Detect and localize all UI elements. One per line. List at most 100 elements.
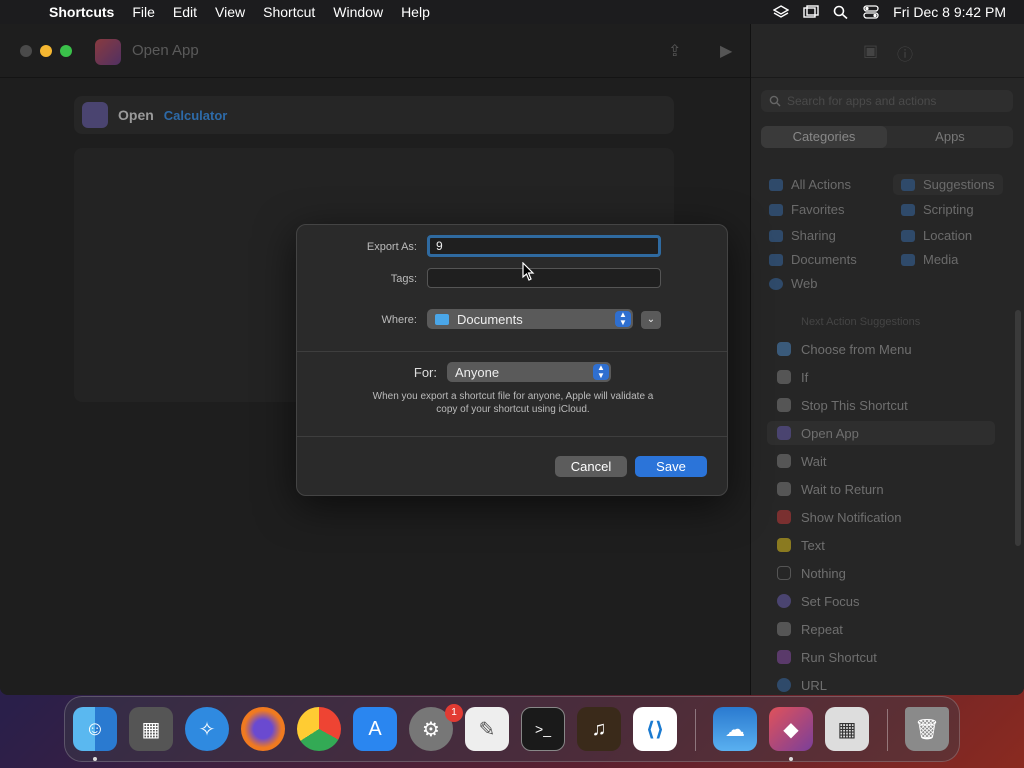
category-media[interactable]: Media [901, 252, 958, 267]
menu-help[interactable]: Help [392, 4, 439, 20]
search-placeholder: Search for apps and actions [787, 94, 937, 108]
category-web[interactable]: Web [769, 276, 818, 291]
notification-badge: 1 [445, 704, 463, 722]
empty-square-icon [777, 566, 791, 580]
save-button[interactable]: Save [635, 456, 707, 477]
vscode-icon[interactable]: ⟨⟩ [633, 707, 677, 751]
library-icon[interactable]: ▣ [863, 41, 878, 61]
category-location[interactable]: Location [901, 228, 972, 243]
category-scripting[interactable]: Scripting [901, 202, 974, 217]
repeat-icon [777, 622, 791, 636]
play-icon[interactable]: ▶ [720, 41, 732, 61]
windows-icon[interactable] [803, 5, 819, 19]
category-suggestions[interactable]: Suggestions [893, 174, 1003, 195]
menu-app-name[interactable]: Shortcuts [40, 4, 123, 20]
tab-apps[interactable]: Apps [887, 126, 1013, 148]
launchpad-icon[interactable]: ▦ [129, 707, 173, 751]
layers-icon[interactable] [773, 5, 790, 19]
for-popup[interactable]: Anyone ▲ ▼ [447, 362, 611, 382]
menu-file[interactable]: File [123, 4, 164, 20]
garageband-icon[interactable]: ♫ [577, 707, 621, 751]
tab-categories[interactable]: Categories [761, 126, 887, 148]
for-label: For: [413, 365, 437, 380]
list-icon [769, 178, 783, 191]
category-all-actions[interactable]: All Actions [769, 177, 851, 192]
cancel-button[interactable]: Cancel [555, 456, 627, 477]
finder-icon[interactable]: ☺ [73, 707, 117, 751]
suggestion-set-focus[interactable]: Set Focus [767, 589, 995, 613]
export-as-field[interactable] [427, 235, 661, 257]
stop-icon [777, 398, 791, 412]
safari-icon[interactable]: ✧ [185, 707, 229, 751]
close-button[interactable] [20, 45, 32, 57]
tags-label: Tags: [390, 273, 417, 285]
text-cursor-icon [522, 262, 535, 281]
info-icon[interactable]: ⓘ [897, 41, 913, 65]
document-icon [769, 253, 783, 266]
textedit-icon[interactable]: ✎ [465, 707, 509, 751]
sidebar-toolbar: ▣ ⓘ [751, 24, 1024, 78]
category-favorites[interactable]: Favorites [769, 202, 844, 217]
suggestion-open-app[interactable]: Open App [767, 421, 995, 445]
globe-icon [769, 277, 783, 290]
dock-separator [887, 709, 888, 751]
suggestion-choose-from-menu[interactable]: Choose from Menu [767, 337, 995, 361]
category-documents[interactable]: Documents [769, 252, 857, 267]
action-verb: Open [118, 107, 154, 123]
menu-edit[interactable]: Edit [164, 4, 206, 20]
shortcuts-app-icon[interactable]: ◆ [769, 707, 813, 751]
terminal-icon[interactable]: >_ [521, 707, 565, 751]
suggestion-nothing[interactable]: Nothing [767, 561, 995, 585]
search-field[interactable]: Search for apps and actions [761, 90, 1013, 112]
weather-icon[interactable]: ☁ [713, 707, 757, 751]
chevron-up-down-icon: ▲ ▼ [615, 311, 631, 327]
suggestion-repeat[interactable]: Repeat [767, 617, 995, 641]
suggestion-url[interactable]: URL [767, 673, 995, 695]
expand-disclosure-button[interactable]: ⌄ [641, 311, 661, 329]
link-icon [777, 678, 791, 692]
suggestion-text[interactable]: Text [767, 533, 995, 557]
text-icon [777, 538, 791, 552]
share-icon[interactable]: ⇪ [668, 41, 681, 61]
category-sharing[interactable]: Sharing [769, 228, 836, 243]
action-app-parameter[interactable]: Calculator [164, 108, 228, 123]
suggestion-wait[interactable]: Wait [767, 449, 995, 473]
window-title[interactable]: Open App [132, 42, 199, 59]
music-note-icon [901, 253, 915, 266]
location-icon [901, 229, 915, 242]
search-icon[interactable] [833, 5, 849, 19]
calculator-icon[interactable]: ▦ [825, 707, 869, 751]
firefox-icon[interactable] [241, 707, 285, 751]
zoom-button[interactable] [60, 45, 72, 57]
suggestion-wait-to-return[interactable]: Wait to Return [767, 477, 995, 501]
app-store-icon[interactable]: A [353, 707, 397, 751]
export-as-label: Export As: [366, 241, 417, 253]
open-app-icon [777, 426, 791, 440]
tags-field[interactable] [427, 268, 661, 288]
suggestion-show-notification[interactable]: Show Notification [767, 505, 995, 529]
where-label: Where: [381, 314, 417, 326]
menu-shortcut[interactable]: Shortcut [254, 4, 324, 20]
menu-view[interactable]: View [206, 4, 254, 20]
action-library-sidebar: ▣ ⓘ Search for apps and actions Categori… [750, 24, 1024, 695]
trash-icon[interactable]: 🗑 [905, 707, 949, 751]
control-center-icon[interactable] [863, 5, 879, 19]
open-app-action[interactable]: Open Calculator [74, 96, 674, 134]
where-popup[interactable]: Documents ▲ ▼ [427, 309, 633, 329]
return-icon [777, 482, 791, 496]
menu-window[interactable]: Window [324, 4, 392, 20]
suggestion-if[interactable]: If [767, 365, 995, 389]
sidebar-scrollbar[interactable] [1015, 310, 1021, 546]
running-indicator [93, 757, 97, 761]
menu-bar: Shortcuts File Edit View Shortcut Window… [0, 0, 1024, 24]
library-segmented-control: Categories Apps [761, 126, 1013, 148]
menu-clock[interactable]: Fri Dec 8 9:42 PM [893, 4, 1006, 20]
suggestion-run-shortcut[interactable]: Run Shortcut [767, 645, 995, 669]
chrome-icon[interactable] [297, 707, 341, 751]
for-value: Anyone [455, 364, 500, 380]
heart-icon [769, 203, 783, 216]
minimize-button[interactable] [40, 45, 52, 57]
where-value: Documents [457, 311, 523, 327]
suggestion-stop-this-shortcut[interactable]: Stop This Shortcut [767, 393, 995, 417]
scripting-icon [901, 203, 915, 216]
